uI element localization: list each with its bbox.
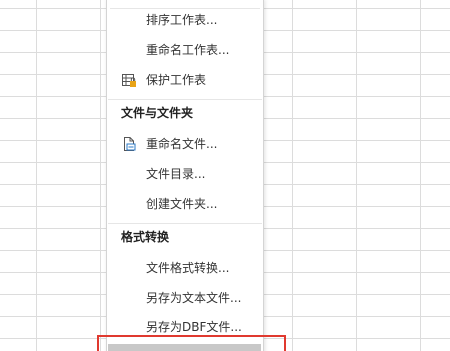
menu-item-save-as-text[interactable]: 另存为文本文件... <box>146 288 241 308</box>
menu-divider <box>108 223 262 224</box>
menu-item-sort-sheets[interactable]: 排序工作表... <box>146 10 217 30</box>
menu-item-protect-sheet[interactable]: 保护工作表 <box>146 70 206 90</box>
menu-divider <box>110 8 260 9</box>
menu-item-file-directory[interactable]: 文件目录... <box>146 164 205 184</box>
menu-divider <box>108 99 262 100</box>
menu-item-save-as-dbf[interactable]: 另存为DBF文件... <box>146 317 242 337</box>
menu-item-create-folder[interactable]: 创建文件夹... <box>146 194 217 214</box>
section-title-format: 格式转换 <box>121 230 170 244</box>
menu-item-rename-file[interactable]: 重命名文件... <box>146 134 217 154</box>
menu-item-rename-sheet[interactable]: 重命名工作表... <box>146 40 229 60</box>
highlight-box <box>97 335 286 351</box>
rename-file-icon <box>124 137 136 151</box>
menu-item-file-format-convert[interactable]: 文件格式转换... <box>146 258 229 278</box>
context-menu: 排序工作表... 重命名工作表... 保护工作表 文件与文件夹 重命名文件...… <box>106 0 264 351</box>
protect-sheet-icon <box>122 74 136 87</box>
section-title-files: 文件与文件夹 <box>121 106 194 120</box>
